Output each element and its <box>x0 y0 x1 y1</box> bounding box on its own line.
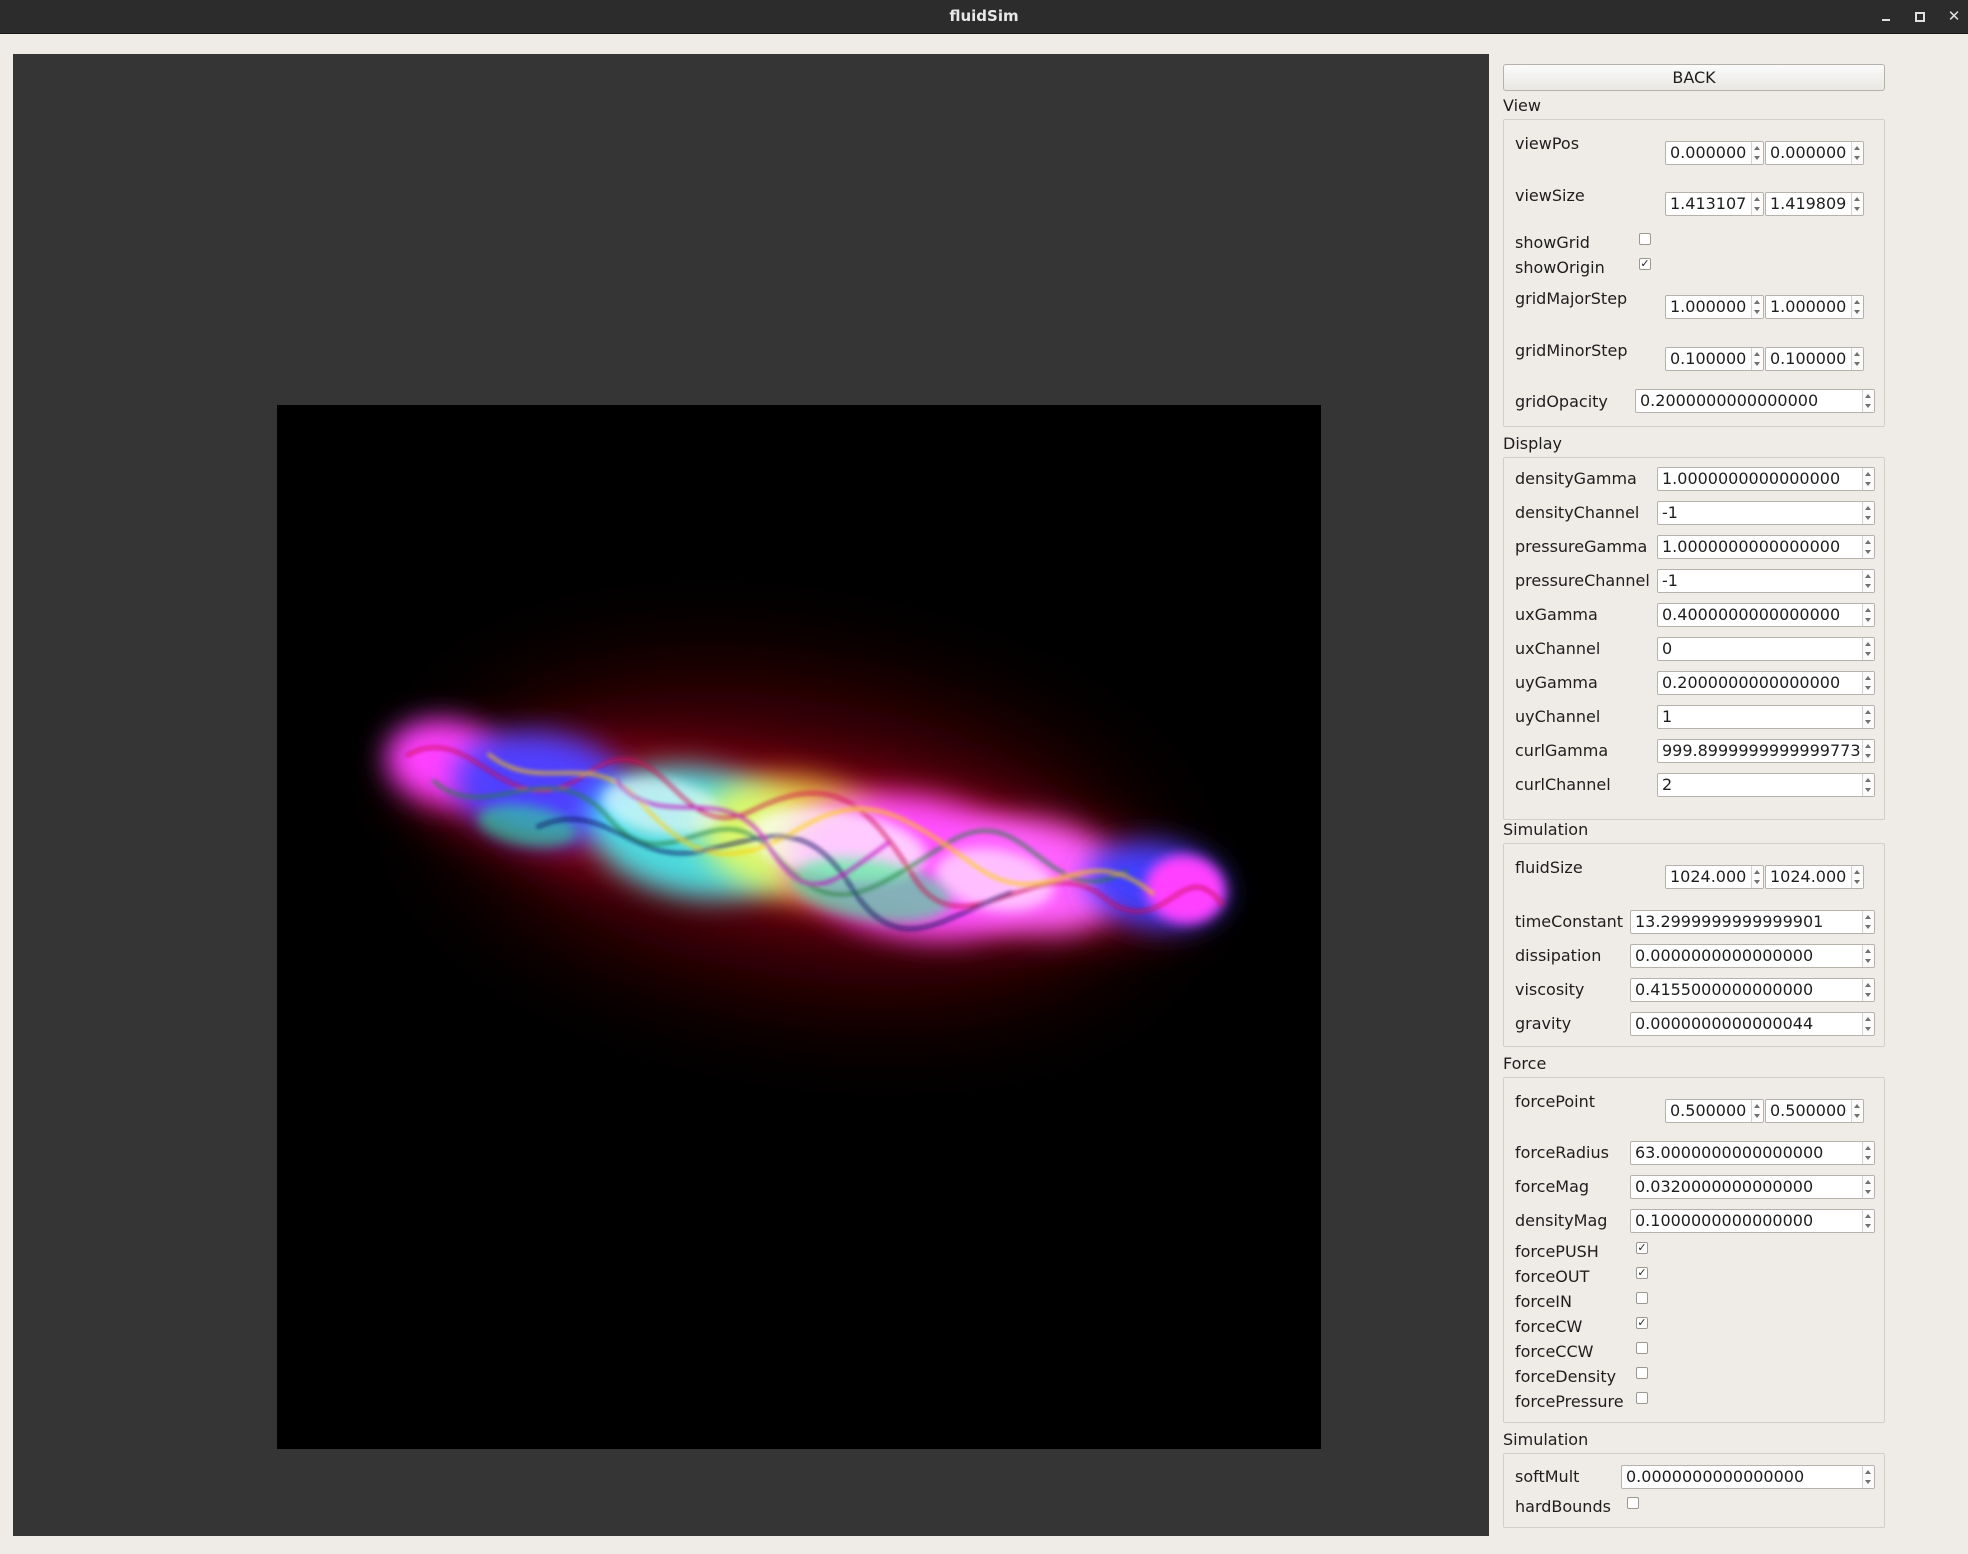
force-density-checkbox[interactable] <box>1636 1367 1648 1379</box>
field-label: viewPos <box>1515 134 1580 153</box>
field-label: pressureGamma <box>1515 537 1648 556</box>
density-mag-spinbox[interactable]: 0.1000000000000000 <box>1630 1209 1875 1233</box>
density-channel-spinbox[interactable]: -1 <box>1657 501 1875 525</box>
force-radius-spinbox[interactable]: 63.0000000000000000 <box>1630 1141 1875 1165</box>
section-title-simulation-2: Simulation <box>1503 1430 1589 1449</box>
render-viewport[interactable] <box>13 54 1489 1536</box>
field-label: forceMag <box>1515 1177 1590 1196</box>
field-label: uyGamma <box>1515 673 1598 692</box>
pressure-gamma-spinbox[interactable]: 1.0000000000000000 <box>1657 535 1875 559</box>
dissipation-spinbox[interactable]: 0.0000000000000000 <box>1630 944 1875 968</box>
gridmajorstep-x-spinbox[interactable]: 1.000000 <box>1665 295 1764 319</box>
field-label: viscosity <box>1515 980 1585 999</box>
section-title-simulation: Simulation <box>1503 820 1589 839</box>
field-label: forceIN <box>1515 1292 1572 1311</box>
field-label: forceRadius <box>1515 1143 1609 1162</box>
field-label: dissipation <box>1515 946 1602 965</box>
field-label: timeConstant <box>1515 912 1624 931</box>
field-label: uxChannel <box>1515 639 1601 658</box>
fluid-canvas[interactable] <box>277 405 1321 1449</box>
ux-gamma-spinbox[interactable]: 0.4000000000000000 <box>1657 603 1875 627</box>
viewpos-x-spinbox[interactable]: 0.000000 <box>1665 141 1764 165</box>
field-label: forceCW <box>1515 1317 1583 1336</box>
density-gamma-spinbox[interactable]: 1.0000000000000000 <box>1657 467 1875 491</box>
simulation-bounds-group: softMult 0.0000000000000000 hardBounds <box>1503 1453 1885 1528</box>
fluidsize-x-spinbox[interactable]: 1024.000 <box>1665 865 1764 889</box>
field-label: showOrigin <box>1515 258 1605 277</box>
field-label: fluidSize <box>1515 858 1583 877</box>
field-label: viewSize <box>1515 186 1585 205</box>
force-push-checkbox[interactable]: ✓ <box>1636 1242 1648 1254</box>
field-label: uyChannel <box>1515 707 1601 726</box>
title-bar: fluidSim ✕ <box>0 0 1968 34</box>
force-ccw-checkbox[interactable] <box>1636 1342 1648 1354</box>
section-title-view: View <box>1503 96 1541 115</box>
field-label: pressureChannel <box>1515 571 1650 590</box>
maximize-icon[interactable] <box>1909 5 1931 27</box>
control-panel: BACK View viewPos 0.000000 0.000000 view… <box>1497 54 1892 1534</box>
ux-channel-spinbox[interactable]: 0 <box>1657 637 1875 661</box>
gridmajorstep-y-spinbox[interactable]: 1.000000 <box>1765 295 1864 319</box>
fluidsize-y-spinbox[interactable]: 1024.000 <box>1765 865 1864 889</box>
section-title-display: Display <box>1503 434 1562 453</box>
gridminorstep-y-spinbox[interactable]: 0.100000 <box>1765 347 1864 371</box>
field-label: curlGamma <box>1515 741 1609 760</box>
field-label: forceCCW <box>1515 1342 1594 1361</box>
force-group: forcePoint 0.500000 0.500000 forceRadius… <box>1503 1077 1885 1423</box>
close-icon[interactable]: ✕ <box>1943 5 1965 27</box>
field-label: curlChannel <box>1515 775 1611 794</box>
field-label: gridMinorStep <box>1515 341 1628 360</box>
viewsize-y-spinbox[interactable]: 1.419809 <box>1765 192 1864 216</box>
gridopacity-spinbox[interactable]: 0.2000000000000000 <box>1635 389 1875 413</box>
force-out-checkbox[interactable]: ✓ <box>1636 1267 1648 1279</box>
field-label: showGrid <box>1515 233 1590 252</box>
force-mag-spinbox[interactable]: 0.0320000000000000 <box>1630 1175 1875 1199</box>
window-title: fluidSim <box>949 7 1019 25</box>
gridminorstep-x-spinbox[interactable]: 0.100000 <box>1665 347 1764 371</box>
showgrid-checkbox[interactable] <box>1639 233 1651 245</box>
field-label: densityChannel <box>1515 503 1640 522</box>
field-label: forceDensity <box>1515 1367 1617 1386</box>
hardbounds-checkbox[interactable] <box>1627 1497 1639 1509</box>
viewsize-x-spinbox[interactable]: 1.413107 <box>1665 192 1764 216</box>
pressure-channel-spinbox[interactable]: -1 <box>1657 569 1875 593</box>
field-label: forcePUSH <box>1515 1242 1599 1261</box>
field-label: forcePressure <box>1515 1392 1624 1411</box>
force-cw-checkbox[interactable]: ✓ <box>1636 1317 1648 1329</box>
minimize-icon[interactable] <box>1875 5 1897 27</box>
section-title-force: Force <box>1503 1054 1547 1073</box>
field-label: uxGamma <box>1515 605 1598 624</box>
field-label: forceOUT <box>1515 1267 1590 1286</box>
field-label: densityMag <box>1515 1211 1608 1230</box>
field-label: forcePoint <box>1515 1092 1596 1111</box>
showorigin-checkbox[interactable]: ✓ <box>1639 258 1651 270</box>
field-label: hardBounds <box>1515 1497 1611 1516</box>
field-label: densityGamma <box>1515 469 1637 488</box>
force-in-checkbox[interactable] <box>1636 1292 1648 1304</box>
back-button[interactable]: BACK <box>1503 64 1885 91</box>
force-pressure-checkbox[interactable] <box>1636 1392 1648 1404</box>
field-label: gridMajorStep <box>1515 289 1628 308</box>
gravity-spinbox[interactable]: 0.0000000000000044 <box>1630 1012 1875 1036</box>
curl-channel-spinbox[interactable]: 2 <box>1657 773 1875 797</box>
viscosity-spinbox[interactable]: 0.4155000000000000 <box>1630 978 1875 1002</box>
simulation-group: fluidSize 1024.000 1024.000 timeConstant… <box>1503 843 1885 1047</box>
uy-gamma-spinbox[interactable]: 0.2000000000000000 <box>1657 671 1875 695</box>
field-label: gridOpacity <box>1515 392 1608 411</box>
softmult-spinbox[interactable]: 0.0000000000000000 <box>1621 1465 1875 1489</box>
fluid-render <box>386 690 1225 986</box>
curl-gamma-spinbox[interactable]: 999.8999999999999773 <box>1657 739 1875 763</box>
viewpos-y-spinbox[interactable]: 0.000000 <box>1765 141 1864 165</box>
view-group: viewPos 0.000000 0.000000 viewSize 1.413… <box>1503 119 1885 427</box>
field-label: gravity <box>1515 1014 1572 1033</box>
time-constant-spinbox[interactable]: 13.2999999999999901 <box>1630 910 1875 934</box>
display-group: densityGamma 1.0000000000000000 densityCha… <box>1503 457 1885 820</box>
uy-channel-spinbox[interactable]: 1 <box>1657 705 1875 729</box>
forcepoint-x-spinbox[interactable]: 0.500000 <box>1665 1099 1764 1123</box>
field-label: softMult <box>1515 1467 1580 1486</box>
forcepoint-y-spinbox[interactable]: 0.500000 <box>1765 1099 1864 1123</box>
